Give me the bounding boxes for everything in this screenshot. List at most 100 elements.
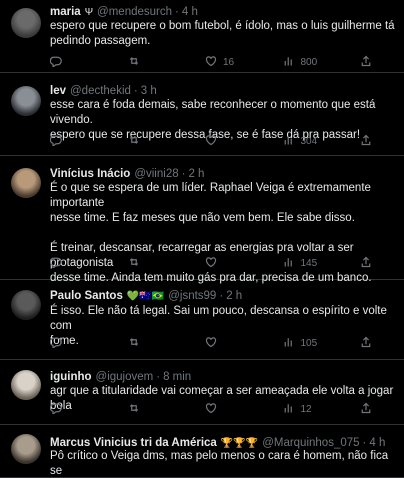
share-icon [360,55,372,70]
tweet[interactable]: Paulo Santos 💚🇦🇺🇧🇷 @jsnts99 · 2 h É isso. Ele… [0,280,404,360]
tweet[interactable]: Marcus Vinicius tri da América 🏆🏆🏆 @Marqui… [0,425,404,478]
share-icon [360,256,372,271]
tweet[interactable]: iguinho @igujovem · 8 min agr que a titulari… [0,360,404,425]
reply-button[interactable] [49,336,100,351]
user-handle[interactable]: @decthekid [70,85,131,97]
separator-dot: · [133,85,138,97]
display-name[interactable]: maria [50,6,81,18]
avatar[interactable] [11,8,41,38]
separator-dot: · [175,6,179,18]
tweet-actions: 16 800 [49,54,392,70]
view-count: 12 [300,403,312,415]
avatar[interactable] [11,370,41,400]
display-name[interactable]: iguinho [50,371,92,383]
share-button[interactable] [360,55,372,70]
like-icon [205,402,217,417]
tweet-actions: 12 [49,401,392,417]
avatar[interactable] [11,290,41,320]
views-icon [283,55,295,70]
tweet-text-line: Pô crítico o Veiga dms, mas pelo menos o… [50,450,389,477]
separator-dot: · [362,437,367,449]
timestamp[interactable]: 4 h [182,6,198,18]
share-button[interactable] [360,336,372,351]
share-button[interactable] [360,134,372,149]
display-name[interactable]: Paulo Santos [50,290,123,302]
views-button[interactable]: 800 [283,55,333,70]
timestamp[interactable]: 3 h [141,85,157,97]
views-icon [283,336,295,351]
reply-button[interactable] [49,134,100,149]
display-name[interactable]: lev [50,85,66,97]
retweet-icon [128,336,140,351]
tweet-text-line: espero que recupere o bom futebol, é ído… [50,20,395,32]
user-handle[interactable]: @igujovem [96,371,154,383]
timestamp[interactable]: 2 h [188,168,204,180]
views-button[interactable]: 304 [283,134,333,149]
like-button[interactable] [205,134,255,149]
timestamp[interactable]: 4 h [369,437,385,449]
timestamp[interactable]: 2 h [226,290,242,302]
avatar[interactable] [11,86,41,116]
share-button[interactable] [360,256,372,271]
like-button[interactable] [205,256,255,271]
tweet[interactable]: maria Ψ @mendesurch · 4 h espero que recupere… [0,0,404,73]
retweet-icon [128,256,140,271]
retweet-button[interactable] [128,256,178,271]
views-button[interactable]: 145 [283,256,333,271]
tweet-text-line: É o que se espera de um líder. Raphael V… [50,182,371,209]
tweet-header: maria Ψ @mendesurch · 4 h [50,5,392,19]
retweet-button[interactable] [128,402,178,417]
like-icon [205,55,217,70]
retweet-button[interactable] [128,336,178,351]
retweet-button[interactable] [128,134,178,149]
reply-icon [49,402,62,417]
tweet-actions: 304 [49,133,392,149]
separator-dot: · [219,290,224,302]
tweet-feed: maria Ψ @mendesurch · 4 h espero que recupere… [0,0,404,478]
name-emoji: Ψ [84,6,94,18]
user-handle[interactable]: @jsnts99 [168,290,216,302]
reply-icon [49,256,62,271]
display-name[interactable]: Marcus Vinicius tri da América [50,437,217,449]
like-button[interactable] [205,402,255,417]
view-count: 105 [300,337,318,349]
share-button[interactable] [360,402,372,417]
share-icon [360,134,372,149]
views-icon [283,256,295,271]
tweet-text: espero que recupere o bom futebol, é ído… [50,19,396,49]
display-name[interactable]: Vinícius Inácio [50,168,130,180]
avatar[interactable] [11,434,41,464]
views-button[interactable]: 12 [283,402,333,417]
tweet-text-line: É isso. Ele não tá legal. Sai um pouco, … [50,305,387,332]
like-button[interactable]: 16 [205,55,255,70]
user-handle[interactable]: @Marquinhos_075 [262,437,359,449]
tweet-text-line: esse cara é foda demais, sabe reconhecer… [50,99,376,126]
retweet-button[interactable] [128,55,178,70]
views-button[interactable]: 105 [283,336,333,351]
like-icon [205,256,217,271]
avatar[interactable] [11,168,41,198]
tweet-text: Pô crítico o Veiga dms, mas pelo menos o… [50,449,396,478]
views-icon [283,134,295,149]
tweet-header: Vinícius Inácio @viini28 · 2 h [50,167,392,181]
reply-button[interactable] [49,55,100,70]
reply-icon [49,55,62,70]
tweet-actions: 105 [49,335,392,351]
name-emoji: 🏆🏆🏆 [220,437,259,449]
reply-icon [49,134,62,149]
tweet[interactable]: Vinícius Inácio @viini28 · 2 h É o que se es… [0,156,404,284]
retweet-icon [128,55,140,70]
user-handle[interactable]: @mendesurch [97,6,172,18]
user-handle[interactable]: @viini28 [134,168,178,180]
timestamp[interactable]: 8 min [163,371,191,383]
share-icon [360,336,372,351]
reply-button[interactable] [49,402,100,417]
reply-button[interactable] [49,256,100,271]
view-count: 304 [300,135,318,147]
view-count: 800 [300,56,318,68]
like-button[interactable] [205,336,255,351]
tweet[interactable]: lev @decthekid · 3 h esse cara é foda demais… [0,73,404,156]
tweet-header: Paulo Santos 💚🇦🇺🇧🇷 @jsnts99 · 2 h [50,289,392,303]
retweet-icon [128,134,140,149]
